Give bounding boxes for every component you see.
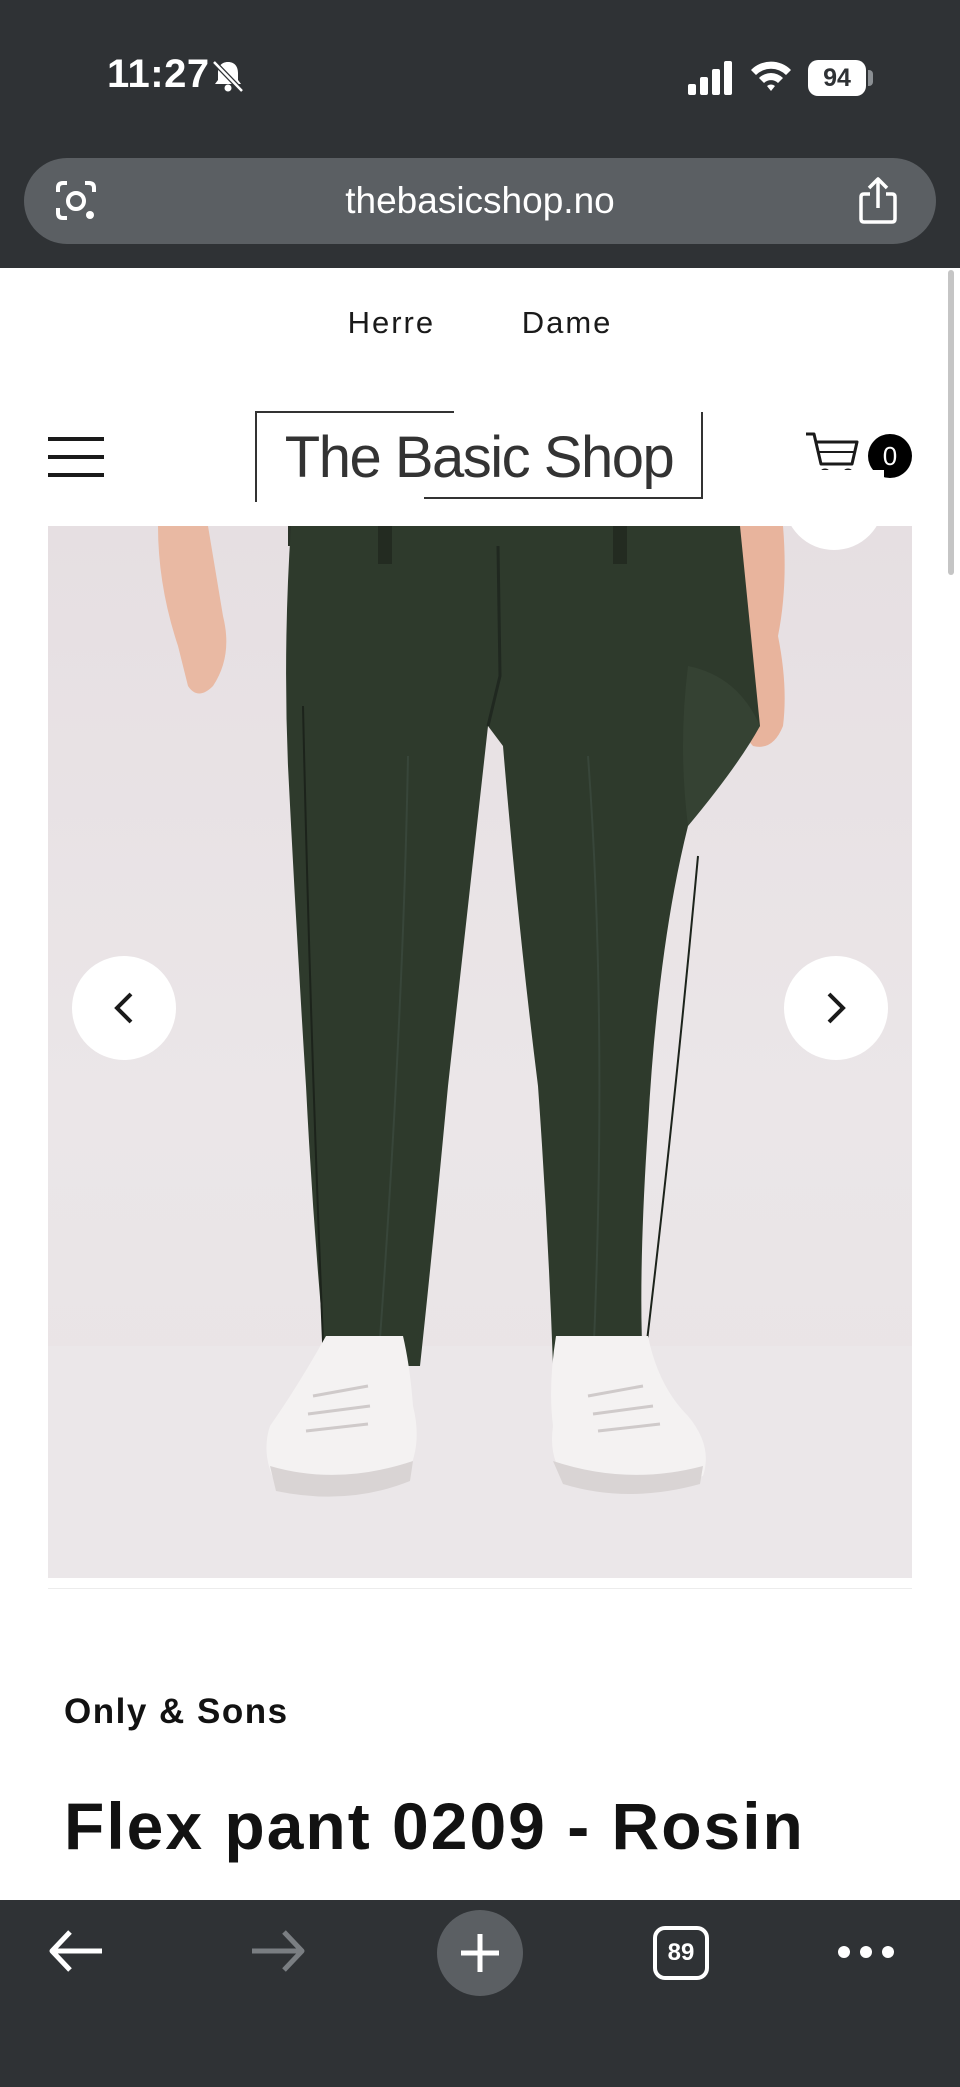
logo-text: The Basic Shop — [284, 425, 675, 490]
carousel-next-button[interactable] — [784, 956, 888, 1060]
share-icon[interactable] — [854, 176, 902, 226]
site-logo[interactable]: The Basic Shop — [254, 410, 704, 502]
product-title: Flex pant 0209 - Rosin — [64, 1789, 805, 1863]
cellular-signal-icon — [688, 61, 732, 95]
browser-bottom-toolbar: 89 — [0, 1900, 960, 2087]
pants-photo — [48, 526, 912, 1578]
browser-top-chrome: 11:27 94 thebasicshop.no — [0, 0, 960, 268]
product-brand[interactable]: Only & Sons — [64, 1692, 289, 1732]
forward-arrow-icon[interactable] — [248, 1926, 308, 1976]
new-tab-plus-icon — [461, 1934, 499, 1972]
bell-slash-icon — [212, 60, 244, 93]
battery-tip — [868, 70, 873, 86]
nav-herre-link[interactable]: Herre — [348, 305, 436, 341]
carousel-prev-button[interactable] — [72, 956, 176, 1060]
status-time: 11:27 — [107, 52, 210, 96]
nav-dame-link[interactable]: Dame — [522, 305, 613, 341]
image-divider — [48, 1588, 912, 1589]
chevron-left-icon — [114, 992, 133, 1024]
url-bar[interactable]: thebasicshop.no — [24, 158, 936, 244]
gender-nav: Herre Dame — [0, 305, 960, 341]
url-text[interactable]: thebasicshop.no — [24, 180, 936, 222]
battery-icon: 94 — [808, 60, 866, 96]
chevron-right-icon — [827, 992, 846, 1024]
more-dots-icon[interactable] — [836, 1940, 896, 1964]
back-arrow-icon[interactable] — [46, 1926, 106, 1976]
tabs-icon[interactable]: 89 — [653, 1926, 709, 1980]
product-image[interactable] — [48, 526, 912, 1578]
new-tab-button[interactable] — [437, 1910, 523, 1996]
wifi-icon — [751, 61, 791, 91]
hamburger-menu-icon[interactable] — [46, 432, 106, 482]
